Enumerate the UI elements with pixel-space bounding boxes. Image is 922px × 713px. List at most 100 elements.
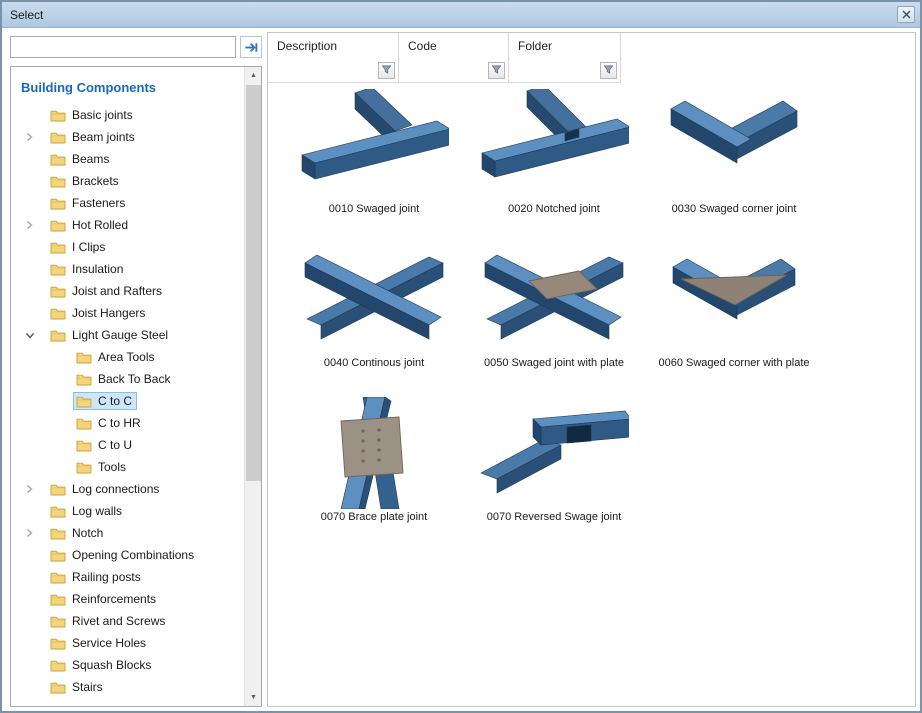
tree-item-tools[interactable]: Tools [11,456,244,478]
component-item-0010-swaged-joint[interactable]: 0010 Swaged joint [284,89,464,243]
tree-item-beam-joints[interactable]: Beam joints [11,126,244,148]
component-item-0050-swaged-joint-with-plate[interactable]: 0050 Swaged joint with plate [464,243,644,397]
tree-item-label-box[interactable]: Back To Back [73,370,175,388]
chevron-right-icon[interactable] [25,528,47,538]
tree-item-label-box[interactable]: Service Holes [47,634,151,652]
tree-item-label-box[interactable]: Hot Rolled [47,216,133,234]
close-button[interactable] [897,6,915,23]
tree-item-label-box[interactable]: Brackets [47,172,124,190]
tree-item-label-box[interactable]: Basic joints [47,106,138,124]
tree-item-basic-joints[interactable]: Basic joints [11,104,244,126]
chevron-right-icon[interactable] [25,220,47,230]
search-input[interactable] [10,36,236,58]
tree-item-c-to-u[interactable]: C to U [11,434,244,456]
tree-item-opening-combinations[interactable]: Opening Combinations [11,544,244,566]
tree-item-label-box[interactable]: Reinforcements [47,590,161,608]
folder-icon [50,483,66,496]
tree-item-label-box[interactable]: C to U [73,436,137,454]
tree-scrollbar[interactable]: ▲ ▼ [244,67,261,706]
component-item-0030-swaged-corner-joint[interactable]: 0030 Swaged corner joint [644,89,824,243]
component-item-0070-brace-plate-joint[interactable]: 0070 Brace plate joint [284,397,464,551]
tree-item-label-box[interactable]: Joist and Rafters [47,282,167,300]
tree-item-label-box[interactable]: C to HR [73,414,146,432]
tree-item-label: Notch [72,526,103,540]
tree-item-label: Stairs [72,680,103,694]
tree-item-squash-blocks[interactable]: Squash Blocks [11,654,244,676]
tree-item-railing-posts[interactable]: Railing posts [11,566,244,588]
tree-item-label: Joist and Rafters [72,284,162,298]
tree-item-label-box[interactable]: Rivet and Screws [47,612,170,630]
notched-joint-thumbnail [479,89,629,201]
folder-icon [50,197,66,210]
tree-item-label-box[interactable]: Tools [73,458,131,476]
folder-icon [50,593,66,606]
tree-item-insulation[interactable]: Insulation [11,258,244,280]
window-title: Select [10,8,43,22]
tree-item-label: Basic joints [72,108,133,122]
tree-item-c-to-c[interactable]: C to C [11,390,244,412]
folder-icon [50,263,66,276]
tree-item-label-box[interactable]: C to C [73,392,137,410]
component-item-0070-reversed-swage-joint[interactable]: 0070 Reversed Swage joint [464,397,644,551]
column-header-folder[interactable]: Folder [509,33,621,83]
tree-item-joist-and-rafters[interactable]: Joist and Rafters [11,280,244,302]
tree-item-label-box[interactable]: Joist Hangers [47,304,150,322]
tree-item-stairs[interactable]: Stairs [11,676,244,698]
tree-item-beams[interactable]: Beams [11,148,244,170]
tree-item-label-box[interactable]: Fasteners [47,194,130,212]
tree-item-back-to-back[interactable]: Back To Back [11,368,244,390]
tree-item-label-box[interactable]: Log connections [47,480,164,498]
tree-item-area-tools[interactable]: Area Tools [11,346,244,368]
component-item-0020-notched-joint[interactable]: 0020 Notched joint [464,89,644,243]
chevron-right-icon[interactable] [25,484,47,494]
tree-item-notch[interactable]: Notch [11,522,244,544]
folder-icon [50,615,66,628]
scrollbar-thumb[interactable] [246,85,261,481]
tree-item-label-box[interactable]: Beam joints [47,128,140,146]
column-header-description[interactable]: Description [268,33,399,83]
tree-item-i-clips[interactable]: I Clips [11,236,244,258]
scroll-down-icon[interactable]: ▼ [245,689,262,706]
folder-icon [50,571,66,584]
tree-item-label-box[interactable]: Railing posts [47,568,146,586]
chevron-right-icon[interactable] [25,132,47,142]
tree-item-c-to-hr[interactable]: C to HR [11,412,244,434]
folder-icon [50,175,66,188]
column-header-code[interactable]: Code [399,33,509,83]
tree-item-service-holes[interactable]: Service Holes [11,632,244,654]
tree-item-reinforcements[interactable]: Reinforcements [11,588,244,610]
search-go-button[interactable] [240,36,262,58]
tree-item-label-box[interactable]: Light Gauge Steel [47,326,173,344]
tree-item-fasteners[interactable]: Fasteners [11,192,244,214]
tree-item-log-walls[interactable]: Log walls [11,500,244,522]
tree-item-brackets[interactable]: Brackets [11,170,244,192]
tree-item-joist-hangers[interactable]: Joist Hangers [11,302,244,324]
component-item-0060-swaged-corner-with-plate[interactable]: 0060 Swaged corner with plate [644,243,824,397]
tree-item-label-box[interactable]: I Clips [47,238,110,256]
tree-item-log-connections[interactable]: Log connections [11,478,244,500]
filter-button[interactable] [600,62,617,79]
tree-item-label-box[interactable]: Opening Combinations [47,546,199,564]
component-item-0040-continous-joint[interactable]: 0040 Continous joint [284,243,464,397]
tree-item-label-box[interactable]: Insulation [47,260,128,278]
tree-item-label-box[interactable]: Beams [47,150,114,168]
tree-item-label: Opening Combinations [72,548,194,562]
scroll-up-icon[interactable]: ▲ [245,67,262,84]
tree-item-label-box[interactable]: Stairs [47,678,108,696]
title-bar[interactable]: Select [2,2,920,28]
tree-item-light-gauge-steel[interactable]: Light Gauge Steel [11,324,244,346]
tree-item-label-box[interactable]: Log walls [47,502,127,520]
tree-item-label: Railing posts [72,570,141,584]
tree-item-rivet-and-screws[interactable]: Rivet and Screws [11,610,244,632]
tree-item-hot-rolled[interactable]: Hot Rolled [11,214,244,236]
folder-icon [76,439,92,452]
folder-icon [50,109,66,122]
filter-button[interactable] [488,62,505,79]
go-arrow-icon [244,40,259,55]
tree-item-label-box[interactable]: Squash Blocks [47,656,156,674]
tree-item-label: Insulation [72,262,123,276]
chevron-down-icon[interactable] [25,331,47,340]
filter-button[interactable] [378,62,395,79]
tree-item-label-box[interactable]: Area Tools [73,348,159,366]
tree-item-label-box[interactable]: Notch [47,524,108,542]
